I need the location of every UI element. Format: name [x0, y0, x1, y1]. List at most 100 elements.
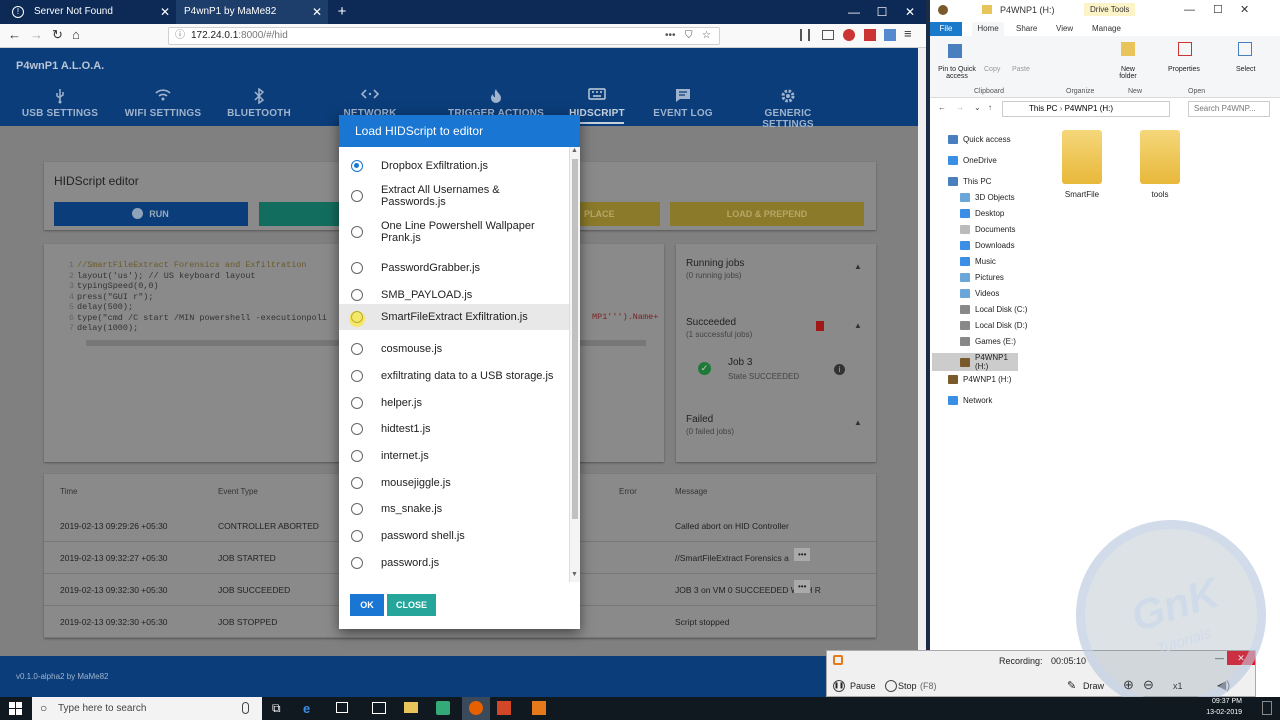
- nav-tab-event-log[interactable]: EVENT LOG: [652, 88, 714, 119]
- tree-item[interactable]: 3D Objects: [960, 193, 1015, 202]
- radio-icon[interactable]: [351, 503, 363, 515]
- store-icon[interactable]: [336, 702, 348, 713]
- script-list[interactable]: Dropbox Exfiltration.js Extract All Usern…: [339, 147, 569, 585]
- tab-share[interactable]: Share: [1016, 24, 1037, 33]
- edge-icon[interactable]: e: [303, 701, 310, 716]
- menu-icon[interactable]: ≡: [904, 26, 912, 41]
- powerpoint-icon[interactable]: [497, 701, 511, 715]
- script-option[interactable]: exfiltrating data to a USB storage.js: [339, 365, 569, 387]
- extension-icon[interactable]: [864, 29, 876, 41]
- recorder-app-icon[interactable]: [532, 701, 546, 715]
- address-bar[interactable]: This PC › P4WNP1 (H:): [1002, 101, 1170, 117]
- collapse-icon[interactable]: ▲: [854, 418, 862, 427]
- minimize-button[interactable]: —: [1184, 4, 1195, 16]
- page-actions-icon[interactable]: •••: [665, 28, 676, 44]
- tree-item[interactable]: Videos: [960, 289, 999, 298]
- new-tab-button[interactable]: +: [332, 0, 352, 24]
- nav-tab-generic-settings[interactable]: GENERIC SETTINGS: [740, 88, 836, 130]
- library-icon[interactable]: [800, 29, 810, 41]
- notification-icon[interactable]: [1262, 701, 1272, 715]
- script-option[interactable]: password shell.js: [339, 525, 569, 547]
- draw-button[interactable]: Draw: [1083, 681, 1104, 691]
- up-icon[interactable]: ↑: [988, 103, 992, 112]
- forward-icon[interactable]: →: [956, 103, 964, 112]
- reload-icon[interactable]: ↻: [52, 27, 63, 43]
- radio-icon[interactable]: [351, 289, 363, 301]
- radio-icon[interactable]: [351, 450, 363, 462]
- more-button[interactable]: •••: [794, 548, 811, 561]
- copy-button[interactable]: Copy: [984, 66, 1000, 73]
- scroll-up-icon[interactable]: ▲: [571, 147, 578, 154]
- radio-icon[interactable]: [351, 530, 363, 542]
- tab-p4wnp1[interactable]: P4wnP1 by MaMe82 ✕: [176, 0, 328, 24]
- maximize-button[interactable]: ☐: [868, 0, 896, 24]
- back-icon[interactable]: ←: [938, 103, 946, 112]
- task-view-icon[interactable]: ⧉: [272, 701, 281, 716]
- recent-icon[interactable]: ⌄: [974, 103, 981, 112]
- tree-item[interactable]: Music: [960, 257, 996, 266]
- radio-icon[interactable]: [351, 343, 363, 355]
- folder-item[interactable]: SmartFile: [1052, 130, 1112, 199]
- tab-view[interactable]: View: [1056, 24, 1073, 33]
- forward-icon[interactable]: →: [30, 27, 43, 42]
- minimize-button[interactable]: —: [840, 0, 868, 24]
- collapse-icon[interactable]: ▲: [854, 321, 862, 330]
- new-folder-button[interactable]: New folder: [1114, 66, 1142, 80]
- script-option[interactable]: hidtest1.js: [339, 418, 569, 440]
- delete-icon[interactable]: [816, 321, 824, 331]
- load-replace-button[interactable]: [259, 202, 339, 226]
- tab-manage[interactable]: Manage: [1092, 24, 1121, 33]
- maximize-button[interactable]: ☐: [1213, 3, 1223, 16]
- script-option[interactable]: SmartFileExtract Exfiltration.js: [339, 304, 569, 330]
- radio-icon[interactable]: [351, 160, 363, 172]
- info-icon[interactable]: i: [834, 364, 845, 375]
- taskbar-search[interactable]: ○ Type here to search: [32, 697, 262, 720]
- radio-icon[interactable]: [351, 262, 363, 274]
- radio-icon[interactable]: [351, 423, 363, 435]
- microphone-icon[interactable]: [242, 702, 249, 714]
- file-explorer-icon[interactable]: [404, 702, 418, 713]
- folder-item[interactable]: tools: [1130, 130, 1190, 199]
- radio-icon[interactable]: [351, 190, 363, 202]
- pause-button[interactable]: Pause: [850, 681, 876, 691]
- run-button[interactable]: RUN: [54, 202, 248, 226]
- script-option[interactable]: password.js: [339, 552, 569, 574]
- tree-item[interactable]: Local Disk (D:): [960, 321, 1027, 330]
- scrollbar-thumb[interactable]: [572, 159, 578, 519]
- tree-item[interactable]: Games (E:): [960, 337, 1016, 346]
- bookmark-star-icon[interactable]: ☆: [702, 28, 711, 44]
- close-window-button[interactable]: ✕: [896, 0, 924, 24]
- radio-icon[interactable]: [351, 370, 363, 382]
- script-option[interactable]: ms_snake.js: [339, 498, 569, 520]
- app-icon[interactable]: [436, 701, 450, 715]
- collapse-icon[interactable]: ▲: [854, 262, 862, 271]
- ok-button[interactable]: OK: [350, 594, 384, 616]
- tab-file[interactable]: File: [930, 22, 962, 36]
- tree-item[interactable]: Downloads: [960, 241, 1015, 250]
- home-icon[interactable]: ⌂: [72, 27, 80, 42]
- tab-home[interactable]: Home: [972, 22, 1004, 36]
- close-tab-icon[interactable]: ✕: [160, 0, 170, 24]
- stop-button[interactable]: Stop: [898, 681, 917, 691]
- back-icon[interactable]: ←: [8, 27, 21, 42]
- pocket-icon[interactable]: ⛉: [685, 28, 693, 44]
- load-replace-button-right[interactable]: PLACE: [580, 202, 660, 226]
- radio-icon[interactable]: [351, 557, 363, 569]
- sidebar-icon[interactable]: [822, 30, 834, 40]
- close-window-button[interactable]: ✕: [1240, 3, 1249, 16]
- tree-item[interactable]: Pictures: [960, 273, 1004, 282]
- tree-item[interactable]: Quick access: [948, 135, 1011, 144]
- extension-icon[interactable]: [884, 29, 896, 41]
- firefox-taskbar-button[interactable]: [462, 697, 490, 720]
- script-option[interactable]: mousejiggle.js: [339, 472, 569, 494]
- scroll-down-icon[interactable]: ▼: [571, 571, 578, 578]
- windows-start-icon[interactable]: [9, 702, 22, 715]
- script-option[interactable]: Dropbox Exfiltration.js: [339, 155, 569, 177]
- tree-item[interactable]: Desktop: [960, 209, 1004, 218]
- paste-button[interactable]: Paste: [1012, 66, 1030, 73]
- dialog-scrollbar[interactable]: ▲ ▼: [569, 147, 580, 582]
- mail-icon[interactable]: [372, 702, 386, 714]
- tree-item[interactable]: Network: [948, 396, 992, 405]
- properties-button[interactable]: Properties: [1168, 66, 1200, 73]
- pin-quick-access-button[interactable]: Pin to Quick access: [934, 66, 980, 80]
